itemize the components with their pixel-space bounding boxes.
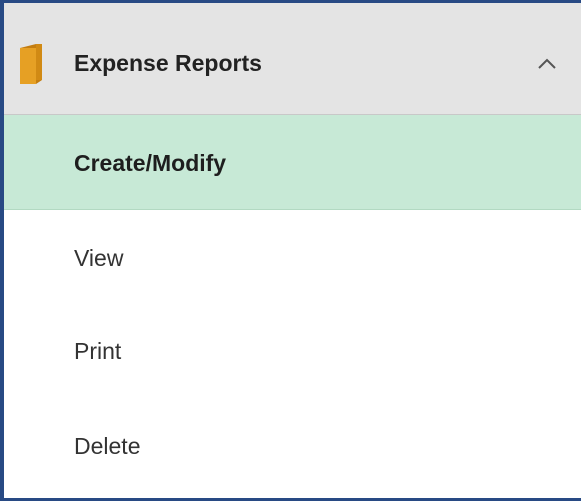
menu-item-label: Create/Modify bbox=[74, 150, 227, 176]
menu-item-view[interactable]: View bbox=[4, 210, 581, 305]
chevron-up-icon[interactable] bbox=[537, 56, 557, 70]
menu-item-label: Print bbox=[74, 338, 122, 364]
section-header[interactable]: Expense Reports bbox=[4, 3, 581, 115]
section-title: Expense Reports bbox=[74, 50, 262, 76]
menu-item-label: View bbox=[74, 245, 124, 271]
menu-item-create-modify[interactable]: Create/Modify bbox=[4, 115, 581, 210]
menu-item-label: Delete bbox=[74, 433, 141, 459]
expense-reports-panel: Expense Reports Create/Modify View Print… bbox=[0, 0, 581, 501]
menu-item-print[interactable]: Print bbox=[4, 303, 581, 398]
menu-item-delete[interactable]: Delete bbox=[4, 398, 581, 493]
folder-icon bbox=[20, 44, 42, 84]
